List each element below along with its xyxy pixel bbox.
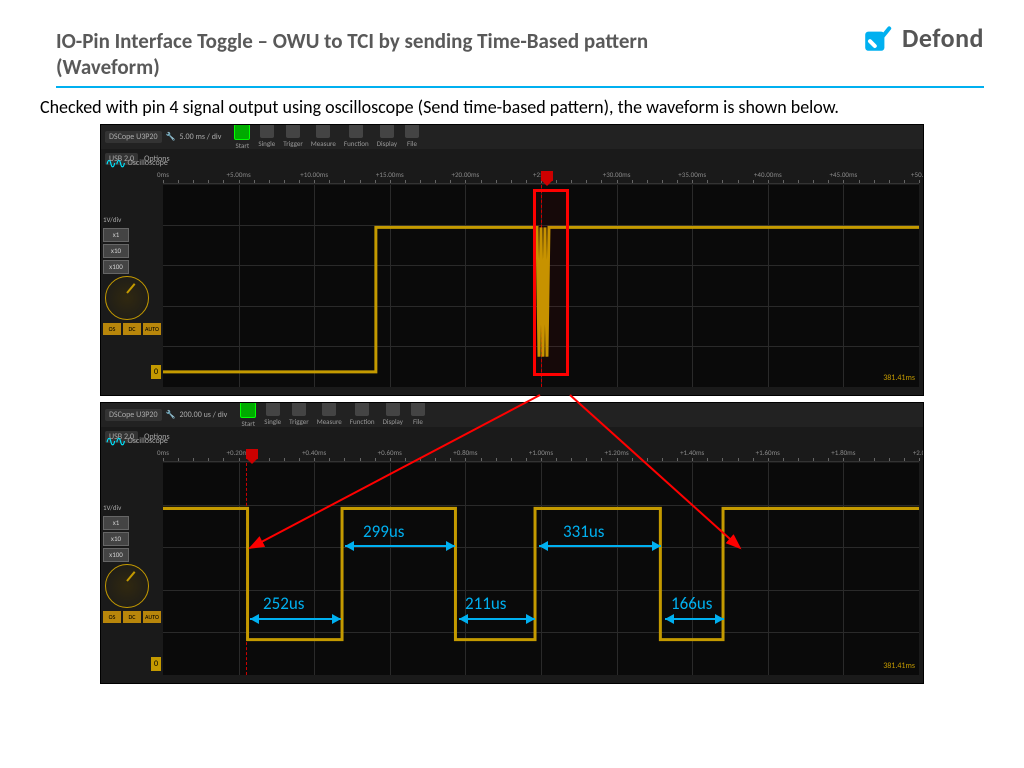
measure-arrow — [459, 618, 535, 620]
mode-dc[interactable]: DC — [123, 611, 141, 623]
scope2-toolbar: DSCope U3P20 🔧 200.00 us / div Start Sin… — [101, 403, 923, 427]
single-button[interactable]: Single — [255, 124, 278, 150]
wrench-icon: 🔧 — [166, 410, 176, 420]
brand-logo: Defond — [862, 22, 984, 54]
start-button[interactable]: Start — [237, 402, 259, 428]
waveform-area-2[interactable]: 0 381.41ms 299us 331us 252us 211us 166us — [163, 463, 919, 675]
measure-button[interactable]: Measure — [314, 402, 345, 428]
zoom-highlight-box — [533, 189, 569, 377]
timebase-label: 200.00 us / div — [179, 410, 227, 420]
measure-low1: 252us — [263, 593, 304, 614]
start-button[interactable]: Start — [231, 124, 253, 150]
file-button[interactable]: File — [408, 402, 428, 428]
waveform-area-1[interactable]: 0 381.41ms — [163, 185, 919, 387]
mode-os[interactable]: OS — [103, 611, 121, 623]
mode-os[interactable]: OS — [103, 323, 121, 335]
measure-button[interactable]: Measure — [308, 124, 339, 150]
timebase-label: 5.00 ms / div — [179, 132, 221, 142]
measure-high2: 331us — [563, 521, 604, 542]
time-ruler-2: 0ms+0.20ms+0.40ms+0.60ms+0.80ms+1.00ms+1… — [163, 447, 919, 462]
scale-x100[interactable]: x100 — [103, 548, 129, 562]
channel-dial[interactable] — [105, 276, 149, 320]
function-button[interactable]: Function — [347, 402, 378, 428]
channel-side-panel: 1V/div x1 x10 x100 OS DC AUTO — [101, 215, 161, 335]
measure-arrow — [345, 545, 455, 547]
display-button[interactable]: Display — [374, 124, 400, 150]
time-readout-2: 381.41ms — [883, 661, 915, 671]
file-button[interactable]: File — [402, 124, 422, 150]
measure-arrow — [250, 618, 341, 620]
mode-auto[interactable]: AUTO — [143, 611, 161, 623]
wrench-icon: 🔧 — [166, 132, 176, 142]
trigger-button[interactable]: Trigger — [280, 124, 306, 150]
wave-icon: ∿∿ — [105, 155, 124, 172]
single-button[interactable]: Single — [261, 402, 284, 428]
display-button[interactable]: Display — [380, 402, 406, 428]
mode-dc[interactable]: DC — [123, 323, 141, 335]
device-badge: DSCope U3P20 — [105, 409, 162, 421]
scale-x1[interactable]: x1 — [103, 516, 129, 530]
scale-x10[interactable]: x10 — [103, 532, 129, 546]
scale-x10[interactable]: x10 — [103, 244, 129, 258]
scale-x100[interactable]: x100 — [103, 260, 129, 274]
logo-text: Defond — [902, 22, 984, 54]
measure-low3: 166us — [671, 593, 712, 614]
time-readout-1: 381.41ms — [883, 373, 915, 383]
scope1-toolbar2: USB 2.0 Options — [101, 149, 923, 169]
scope2-toolbar2: USB 2.0 Options — [101, 427, 923, 447]
mode-auto[interactable]: AUTO — [143, 323, 161, 335]
vscale-label: 1V/div — [103, 503, 161, 512]
description-text: Checked with pin 4 signal output using o… — [0, 88, 1024, 124]
function-button[interactable]: Function — [341, 124, 372, 150]
oscilloscope-zoom: DSCope U3P20 🔧 200.00 us / div Start Sin… — [100, 402, 924, 684]
slide-title: IO-Pin Interface Toggle – OWU to TCI by … — [56, 28, 736, 81]
scale-x1[interactable]: x1 — [103, 228, 129, 242]
measure-low2: 211us — [465, 593, 506, 614]
trigger-button[interactable]: Trigger — [286, 402, 312, 428]
waveform-trace-2 — [163, 463, 919, 675]
trigger-marker — [541, 171, 553, 181]
channel-dial[interactable] — [105, 564, 149, 608]
device-badge: DSCope U3P20 — [105, 131, 162, 143]
channel-marker: 0 — [151, 365, 161, 379]
channel-marker: 0 — [151, 657, 161, 671]
vscale-label: 1V/div — [103, 215, 161, 224]
oscilloscope-overview: DSCope U3P20 🔧 5.00 ms / div Start Singl… — [100, 124, 924, 396]
measure-arrow — [665, 618, 724, 620]
wave-icon: ∿∿ — [105, 433, 124, 450]
measure-high1: 299us — [363, 521, 404, 542]
measure-arrow — [539, 545, 661, 547]
trigger-marker — [246, 449, 258, 459]
scope1-toolbar: DSCope U3P20 🔧 5.00 ms / div Start Singl… — [101, 125, 923, 149]
channel-side-panel: 1V/div x1 x10 x100 OS DC AUTO — [101, 503, 161, 623]
logo-checkbox-icon — [862, 22, 894, 54]
